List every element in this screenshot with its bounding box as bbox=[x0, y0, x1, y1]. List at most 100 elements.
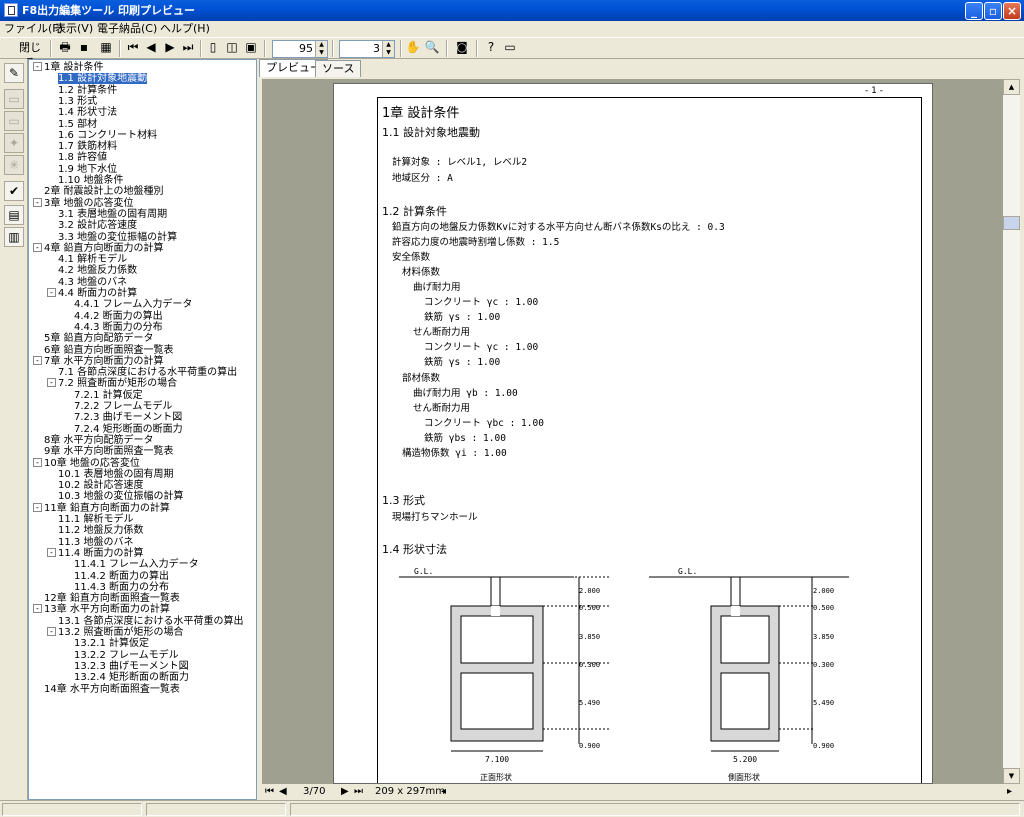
tree-item[interactable]: 3.1 表層地盤の固有周期 bbox=[58, 209, 167, 220]
tree-item[interactable]: 1.4 形状寸法 bbox=[58, 107, 117, 118]
tree-item[interactable]: 10.2 設計応答速度 bbox=[58, 480, 143, 491]
collapse-toggle-icon[interactable]: - bbox=[47, 547, 56, 557]
prev-page-icon[interactable]: ◀ bbox=[144, 40, 158, 57]
minimize-button[interactable]: _ bbox=[965, 2, 983, 20]
tree-item[interactable]: -11.4 断面力の計算 bbox=[47, 547, 143, 559]
tree-item[interactable]: 13.2.1 計算仮定 bbox=[74, 638, 149, 649]
tool-icon[interactable]: ▥ bbox=[4, 227, 24, 247]
next-page-icon[interactable]: ▶ bbox=[163, 40, 177, 57]
tool-icon-disabled[interactable]: ✦ bbox=[4, 133, 24, 153]
collapse-toggle-icon[interactable]: - bbox=[33, 62, 42, 71]
export-icon[interactable]: ◙ bbox=[454, 40, 470, 57]
collapse-toggle-icon[interactable]: - bbox=[47, 627, 56, 636]
tree-item[interactable]: -7章 水平方向断面力の計算 bbox=[33, 355, 164, 367]
tree-item[interactable]: 1.9 地下水位 bbox=[58, 164, 117, 175]
tree-item[interactable]: 4.3 地盤のバネ bbox=[58, 277, 127, 288]
tree-item[interactable]: 13.2.4 矩形断面の断面力 bbox=[74, 672, 189, 683]
next-page-icon[interactable]: ▶ bbox=[341, 786, 349, 798]
vertical-scrollbar[interactable]: ▲ ▼ bbox=[1003, 79, 1020, 784]
scroll-thumb[interactable] bbox=[1003, 216, 1020, 230]
prev-page-icon[interactable]: ◀ bbox=[279, 786, 287, 798]
zoom-icon[interactable]: 🔍 bbox=[424, 40, 440, 57]
page-spinner[interactable]: 3 ▲ ▼ bbox=[339, 40, 395, 58]
last-page-icon[interactable]: ⏭ bbox=[354, 786, 363, 798]
tree-item[interactable]: 10.3 地盤の変位振幅の計算 bbox=[58, 491, 183, 502]
help-icon[interactable]: ? bbox=[483, 40, 499, 57]
tree-item[interactable]: 10.1 表層地盤の固有周期 bbox=[58, 469, 173, 480]
spin-arrows-icon[interactable]: ▲ ▼ bbox=[315, 41, 327, 57]
tree-item[interactable]: -13.2 照査断面が矩形の場合 bbox=[47, 627, 183, 638]
collapse-toggle-icon[interactable]: - bbox=[33, 197, 42, 207]
tree-item[interactable]: -13章 水平方向断面力の計算 bbox=[33, 604, 170, 615]
tree-item[interactable]: 11.4.1 フレーム入力データ bbox=[74, 559, 199, 570]
multi-page-icon[interactable]: ▣ bbox=[243, 40, 259, 57]
tree-item[interactable]: 1.1 設計対象地震動 bbox=[58, 73, 148, 85]
h-scroll-right-icon[interactable]: ▸ bbox=[1007, 786, 1012, 798]
tree-item[interactable]: 11.4.3 断面力の分布 bbox=[74, 582, 169, 593]
menu-electronic-delivery[interactable]: 電子納品(C) bbox=[97, 22, 157, 35]
tool-icon[interactable]: ▤ bbox=[4, 205, 24, 225]
save-icon[interactable]: ▪ bbox=[76, 40, 92, 57]
hand-icon[interactable]: ✋ bbox=[405, 40, 421, 57]
tree-item[interactable]: 11.1 解析モデル bbox=[58, 514, 133, 525]
tool-icon-disabled[interactable]: ▭ bbox=[4, 111, 24, 131]
tool-icon[interactable]: ✔ bbox=[4, 181, 24, 201]
tree-item[interactable]: 1.10 地盤条件 bbox=[58, 175, 123, 186]
spin-arrows-icon[interactable]: ▲ ▼ bbox=[382, 41, 394, 57]
tree-item[interactable]: -4.4 断面力の計算 bbox=[47, 288, 137, 299]
tree-item[interactable]: 3.3 地盤の変位振幅の計算 bbox=[58, 232, 177, 243]
tree-item[interactable]: -11章 鉛直方向断面力の計算 bbox=[33, 502, 170, 514]
print-icon[interactable]: 🖶 bbox=[57, 40, 73, 57]
scroll-up-icon[interactable]: ▲ bbox=[1003, 79, 1020, 95]
tree-item[interactable]: 1.6 コンクリート材料 bbox=[58, 130, 157, 141]
menu-view[interactable]: 表示(V) bbox=[55, 22, 93, 35]
tree-item[interactable]: 6章 鉛直方向断面照査一覧表 bbox=[44, 345, 174, 356]
tool-icon-disabled[interactable]: ✳ bbox=[4, 155, 24, 175]
close-window-button[interactable]: × bbox=[1003, 2, 1021, 20]
zoom-spinner[interactable]: 95 ▲ ▼ bbox=[272, 40, 328, 58]
tree-item[interactable]: -4章 鉛直方向断面力の計算 bbox=[33, 242, 164, 254]
h-scroll-left-icon[interactable]: ◂ bbox=[441, 786, 446, 798]
tree-item[interactable]: 7.2.4 矩形断面の断面力 bbox=[74, 424, 183, 435]
tree-item[interactable]: 2章 耐震設計上の地盤種別 bbox=[44, 186, 164, 197]
last-page-icon[interactable]: ⏭ bbox=[181, 40, 195, 57]
two-page-icon[interactable]: ◫ bbox=[224, 40, 240, 57]
outline-tree[interactable]: -1章 設計条件 1.1 設計対象地震動 1.2 計算条件 1.3 形式 1.4 形状寸… bbox=[28, 59, 257, 800]
collapse-toggle-icon[interactable]: - bbox=[33, 457, 42, 467]
tree-item[interactable]: 3.2 設計応答速度 bbox=[58, 220, 137, 231]
tree-item[interactable]: 1.3 形式 bbox=[58, 96, 97, 107]
tree-item[interactable]: 7.2.2 フレームモデル bbox=[74, 401, 172, 412]
tree-item[interactable]: 4.2 地盤反力係数 bbox=[58, 265, 137, 276]
menu-help[interactable]: ヘルプ(H) bbox=[160, 22, 210, 35]
scroll-down-icon[interactable]: ▼ bbox=[1003, 768, 1020, 784]
single-page-icon[interactable]: ▯ bbox=[205, 40, 221, 57]
tree-item[interactable]: 4.1 解析モデル bbox=[58, 254, 127, 265]
tree-item[interactable]: 7.1 各節点深度における水平荷重の算出 bbox=[58, 367, 237, 378]
tree-item[interactable]: 1.7 鉄筋材料 bbox=[58, 141, 117, 152]
tool-icon-disabled[interactable]: ▭ bbox=[4, 89, 24, 109]
tree-item[interactable]: -3章 地盤の応答変位 bbox=[33, 197, 134, 209]
tab-source[interactable]: ソース bbox=[315, 60, 362, 77]
tree-item[interactable]: 13.2.3 曲げモーメント図 bbox=[74, 661, 189, 672]
tree-item[interactable]: 7.2.1 計算仮定 bbox=[74, 390, 143, 401]
tree-item[interactable]: 11.3 地盤のバネ bbox=[58, 537, 133, 548]
info-icon[interactable]: ▭ bbox=[502, 40, 518, 57]
tree-item[interactable]: 8章 水平方向配筋データ bbox=[44, 435, 154, 446]
first-page-icon[interactable]: ⏮ bbox=[126, 40, 140, 57]
collapse-toggle-icon[interactable]: - bbox=[33, 242, 42, 252]
close-button[interactable]: 閉じる bbox=[14, 40, 46, 69]
tree-item[interactable]: -7.2 照査断面が矩形の場合 bbox=[47, 378, 177, 389]
first-page-icon[interactable]: ⏮ bbox=[265, 786, 274, 798]
tree-item[interactable]: 12章 鉛直方向断面照査一覧表 bbox=[44, 593, 180, 604]
tree-item[interactable]: -1章 設計条件 bbox=[33, 62, 104, 73]
tree-item[interactable]: 5章 鉛直方向配筋データ bbox=[44, 333, 154, 344]
tree-item[interactable]: 1.8 許容値 bbox=[58, 152, 107, 163]
collapse-toggle-icon[interactable]: - bbox=[33, 604, 42, 614]
collapse-toggle-icon[interactable]: - bbox=[47, 378, 56, 388]
settings-icon[interactable]: ▦ bbox=[98, 40, 114, 57]
collapse-toggle-icon[interactable]: - bbox=[33, 502, 42, 512]
tree-item[interactable]: 13.1 各節点深度における水平荷重の算出 bbox=[58, 616, 243, 627]
tree-item[interactable]: 4.4.1 フレーム入力データ bbox=[74, 299, 192, 310]
tree-item[interactable]: 1.5 部材 bbox=[58, 119, 97, 130]
tree-item[interactable]: 1.2 計算条件 bbox=[58, 85, 117, 96]
